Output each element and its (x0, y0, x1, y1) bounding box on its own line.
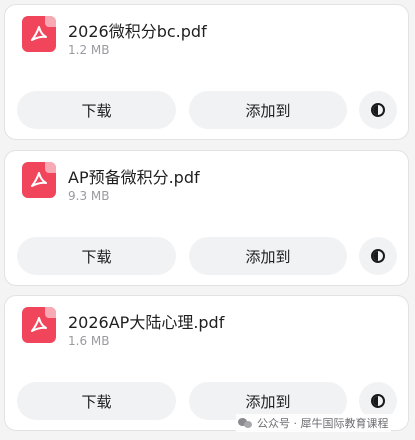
file-card: 2026微积分bc.pdf 1.2 MB 下载 添加到 (4, 4, 409, 140)
pdf-icon (22, 162, 56, 198)
file-name: 2026微积分bc.pdf (68, 22, 207, 41)
download-button[interactable]: 下载 (17, 237, 176, 275)
file-list: 2026微积分bc.pdf 1.2 MB 下载 添加到 AP预备微积分.pdf … (0, 0, 415, 440)
watermark-text: 公众号 · 犀牛国际教育课程 (257, 417, 389, 430)
file-size: 1.2 MB (68, 43, 110, 57)
pdf-icon (22, 16, 56, 52)
wechat-icon (238, 417, 252, 429)
pdf-icon (22, 307, 56, 343)
circle-half-icon (371, 394, 385, 408)
download-button[interactable]: 下载 (17, 91, 176, 129)
watermark: 公众号 · 犀牛国际教育课程 (236, 414, 391, 432)
add-to-button[interactable]: 添加到 (189, 91, 347, 129)
file-card: 2026AP大陆心理.pdf 1.6 MB 下载 添加到 (4, 295, 409, 431)
more-options-button[interactable] (359, 237, 397, 275)
circle-half-icon (371, 249, 385, 263)
file-size: 9.3 MB (68, 189, 110, 203)
more-options-button[interactable] (359, 91, 397, 129)
file-name: 2026AP大陆心理.pdf (68, 313, 225, 332)
file-size: 1.6 MB (68, 334, 110, 348)
circle-half-icon (371, 103, 385, 117)
file-card: AP预备微积分.pdf 9.3 MB 下载 添加到 (4, 150, 409, 286)
add-to-button[interactable]: 添加到 (189, 237, 347, 275)
download-button[interactable]: 下载 (17, 382, 176, 420)
file-name: AP预备微积分.pdf (68, 168, 200, 187)
